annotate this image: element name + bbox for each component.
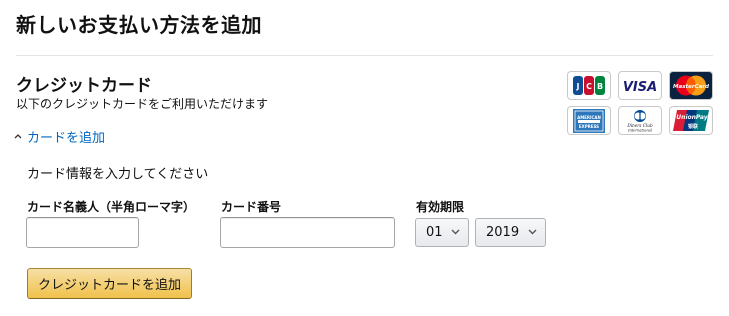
- card-number-label: カード番号: [221, 200, 282, 214]
- form-heading: カード情報を入力してください: [27, 167, 209, 182]
- chevron-down-icon: [528, 228, 537, 238]
- chevron-down-icon: [451, 228, 460, 238]
- visa-icon: VISA: [618, 71, 662, 100]
- card-brand-logos: J C B VISA MasterCard AMERICAN EXPRESS D…: [567, 71, 715, 135]
- svg-text:EXPRESS: EXPRESS: [579, 124, 599, 129]
- svg-text:MasterCard: MasterCard: [673, 84, 709, 90]
- add-card-link[interactable]: カードを追加: [14, 127, 105, 146]
- svg-text:AMERICAN: AMERICAN: [577, 115, 601, 120]
- svg-text:UnionPay: UnionPay: [676, 114, 708, 121]
- mastercard-icon: MasterCard: [669, 71, 713, 100]
- svg-text:B: B: [597, 82, 603, 91]
- expiry-year-value: 2019: [486, 225, 520, 240]
- unionpay-icon: UnionPay 银联: [669, 106, 713, 135]
- expiry-year-select[interactable]: 2019: [475, 218, 546, 247]
- add-card-link-label: カードを追加: [27, 131, 106, 146]
- section-title: クレジットカード: [16, 76, 152, 96]
- svg-text:J: J: [576, 82, 580, 91]
- cardholder-name-label: カード名義人（半角ローマ字）: [27, 200, 196, 214]
- svg-text:C: C: [586, 82, 592, 91]
- add-credit-card-button[interactable]: クレジットカードを追加: [27, 268, 192, 299]
- card-number-input[interactable]: [220, 217, 395, 248]
- diners-club-icon: Diners Club International: [618, 106, 662, 135]
- svg-text:Diners Club: Diners Club: [626, 123, 653, 128]
- svg-text:银联: 银联: [687, 123, 698, 130]
- expiry-label: 有効期限: [416, 200, 465, 214]
- expiry-month-value: 01: [426, 225, 443, 240]
- jcb-icon: J C B: [567, 71, 611, 100]
- svg-text:VISA: VISA: [623, 80, 657, 95]
- page-title: 新しいお支払い方法を追加: [16, 13, 262, 37]
- divider: [16, 55, 713, 56]
- cardholder-name-input[interactable]: [26, 217, 139, 248]
- svg-text:International: International: [627, 129, 652, 133]
- expiry-month-select[interactable]: 01: [415, 218, 469, 247]
- section-subtitle: 以下のクレジットカードをご利用いただけます: [16, 97, 269, 111]
- amex-icon: AMERICAN EXPRESS: [567, 106, 611, 135]
- chevron-up-icon: [14, 131, 24, 142]
